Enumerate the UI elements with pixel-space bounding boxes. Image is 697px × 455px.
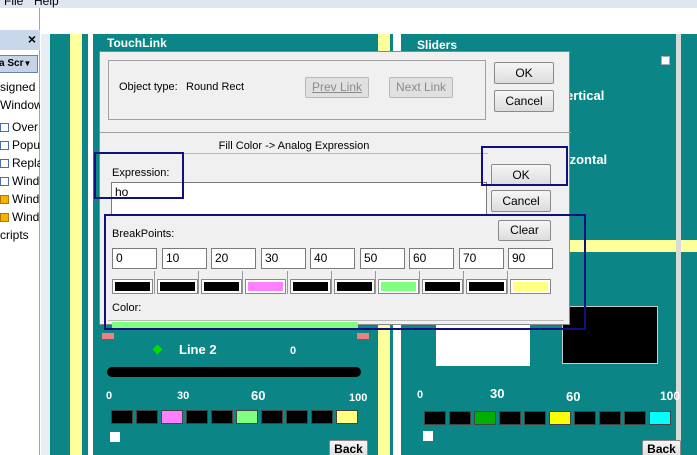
left-small-square[interactable] xyxy=(110,432,120,442)
expression-highlight xyxy=(94,152,184,199)
object-type-label: Object type: xyxy=(119,81,178,93)
vertical-label: ertical xyxy=(566,88,605,103)
menu-help[interactable]: Help xyxy=(34,0,59,8)
window-icon xyxy=(0,177,9,186)
right-scale-30: 30 xyxy=(490,386,505,401)
window-icon xyxy=(0,159,9,168)
explorer-item[interactable]: Window xyxy=(0,96,40,114)
explorer-header: × xyxy=(0,30,40,50)
line2-slider-track[interactable] xyxy=(107,367,361,377)
right-color-bar-cell xyxy=(474,411,496,425)
white-stripe-left xyxy=(88,34,93,455)
horizontal-label: izontal xyxy=(566,152,608,167)
left-color-bar-cell xyxy=(261,410,283,424)
left-color-bar-cell xyxy=(136,410,158,424)
window-icon xyxy=(0,213,9,222)
explorer-item[interactable]: Over xyxy=(0,118,40,136)
right-color-bar-cell xyxy=(499,411,521,425)
handle-left[interactable] xyxy=(102,333,114,339)
explorer-item[interactable]: Repla xyxy=(0,154,40,172)
back-button-right[interactable]: Back xyxy=(642,440,681,455)
menu-file[interactable]: File xyxy=(4,0,23,8)
divider xyxy=(100,132,571,133)
window-icon xyxy=(0,141,9,150)
left-scale-30: 30 xyxy=(177,390,190,402)
right-scale-100: 100 xyxy=(660,389,681,403)
explorer-item-label: Over xyxy=(12,120,39,134)
breakpoints-highlight xyxy=(104,214,586,330)
explorer-item-label: Repla xyxy=(12,156,40,170)
cancel-button[interactable]: Cancel xyxy=(491,190,551,212)
right-color-bar-cell xyxy=(424,411,446,425)
next-link-button[interactable]: Next Link xyxy=(389,77,453,98)
explorer-item-label: Wind xyxy=(12,174,40,188)
right-scale-60: 60 xyxy=(566,389,581,404)
left-scale-60: 60 xyxy=(251,388,266,403)
explorer-item[interactable]: Wind xyxy=(0,172,40,190)
left-scale-0: 0 xyxy=(106,390,113,402)
left-scale-100: 100 xyxy=(349,392,368,404)
screen-dropdown-label: a Scr xyxy=(0,58,24,69)
touchlink-title: TouchLink xyxy=(107,36,167,50)
left-color-bar-cell xyxy=(311,410,333,424)
right-color-bar-cell xyxy=(524,411,546,425)
ok-top-button[interactable]: OK xyxy=(494,62,554,84)
explorer-item[interactable]: Popu xyxy=(0,136,40,154)
explorer-item[interactable]: Wind xyxy=(0,190,40,208)
window-icon xyxy=(0,123,9,132)
right-color-bar-cell xyxy=(649,411,671,425)
left-color-bar-cell xyxy=(111,410,133,424)
small-white-square[interactable] xyxy=(661,56,670,65)
left-color-bar-cell xyxy=(161,410,183,424)
explorer-item[interactable]: cripts xyxy=(0,226,40,244)
left-color-bar-cell xyxy=(336,410,358,424)
explorer-item-label: Popu xyxy=(12,138,40,152)
explorer-item-label: Wind xyxy=(12,210,40,224)
right-small-square[interactable] xyxy=(423,431,433,441)
object-type-value: Round Rect xyxy=(186,81,245,93)
left-color-bar-cell xyxy=(236,410,258,424)
right-color-bar-cell xyxy=(549,411,571,425)
left-color-bar-cell xyxy=(211,410,233,424)
explorer-item-label: Window xyxy=(0,98,40,112)
prev-link-button[interactable]: Prev Link xyxy=(305,77,369,98)
object-info-group: Object type: Round Rect Prev Link Next L… xyxy=(108,60,486,120)
yellow-stripe-left xyxy=(70,34,82,455)
menu-bar: File Help xyxy=(0,0,697,8)
explorer-item-label: Wind xyxy=(12,192,40,206)
line2-value: 0 xyxy=(290,345,297,357)
left-color-bar-cell xyxy=(286,410,308,424)
explorer-item-label: cripts xyxy=(0,228,29,242)
right-color-bar-cell xyxy=(599,411,621,425)
right-scale-0: 0 xyxy=(417,389,424,401)
window-icon xyxy=(0,195,9,204)
right-color-bar-cell xyxy=(624,411,646,425)
left-color-bar-cell xyxy=(186,410,208,424)
ok-highlight xyxy=(481,146,568,186)
explorer-item-label: signed xyxy=(0,80,36,94)
explorer-item[interactable]: signed xyxy=(0,78,40,96)
right-color-bar-cell xyxy=(449,411,471,425)
sliders-title: Sliders xyxy=(417,38,458,52)
handle-right[interactable] xyxy=(357,333,369,339)
chevron-down-icon: ▼ xyxy=(23,59,32,68)
right-color-bar-cell xyxy=(574,411,596,425)
section-title: Fill Color -> Analog Expression xyxy=(218,140,370,152)
explorer-item[interactable]: Wind xyxy=(0,208,40,226)
back-button-left[interactable]: Back xyxy=(329,440,368,455)
line2-label: Line 2 xyxy=(179,342,217,357)
cancel-top-button[interactable]: Cancel xyxy=(494,90,554,112)
close-icon[interactable]: × xyxy=(28,31,36,47)
screen-dropdown-button[interactable]: a Scr▼ xyxy=(0,55,38,73)
